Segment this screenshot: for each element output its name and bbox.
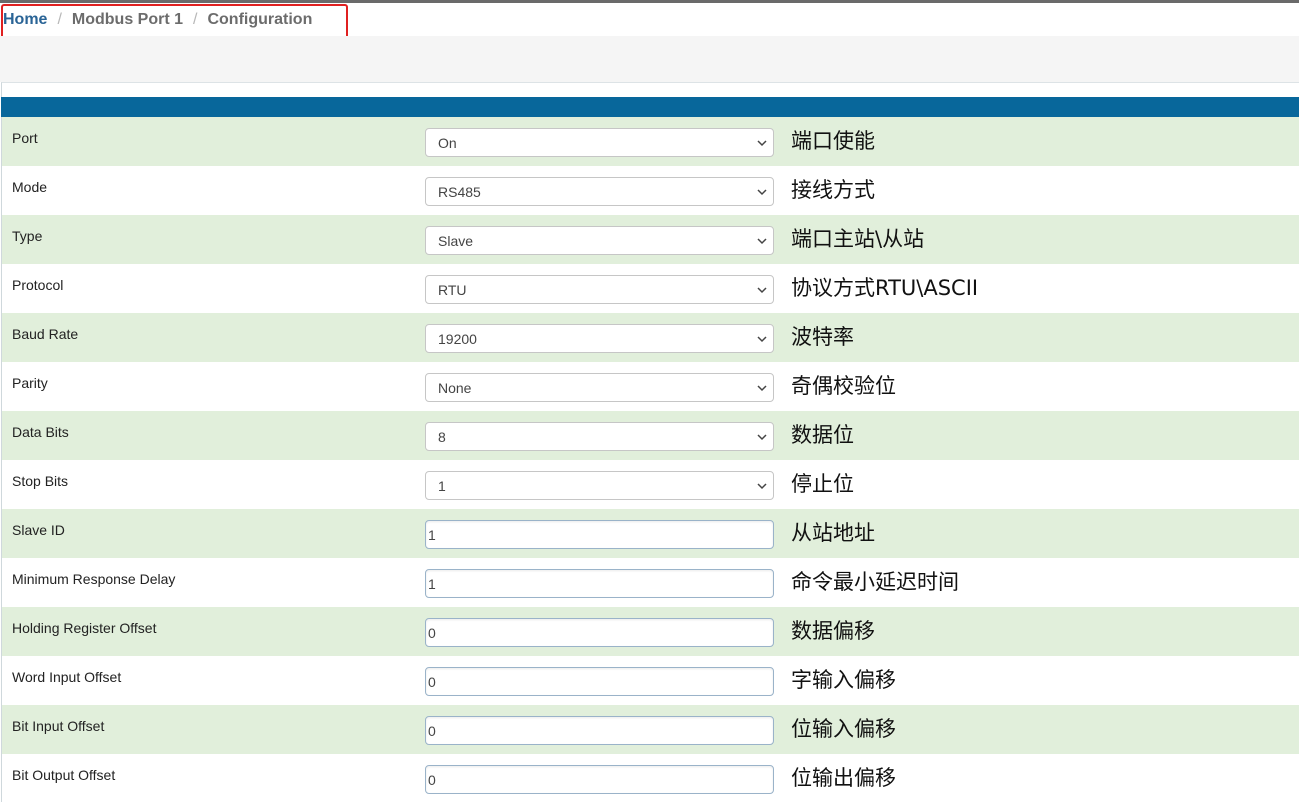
- selected-value: RTU: [438, 281, 467, 298]
- field-note: 数据位: [791, 423, 854, 447]
- field-note: 端口主站\从站: [791, 227, 925, 251]
- field-note: 协议方式RTU\ASCII: [791, 276, 979, 300]
- field-note: 波特率: [791, 325, 854, 349]
- field-label: Mode: [12, 179, 48, 195]
- field-label: Stop Bits: [12, 473, 69, 489]
- selected-value: 1: [438, 477, 446, 494]
- field-note: 位输出偏移: [791, 766, 896, 790]
- word-input-offset-input[interactable]: [425, 667, 774, 696]
- config-form: Port On 端口使能 Mode RS485 接线方式 Type Slave 端口主站\从站 P…: [2, 117, 1299, 803]
- field-note: 从站地址: [791, 521, 875, 545]
- minimum-response-delay-input[interactable]: [425, 569, 774, 598]
- chevron-down-icon: [756, 381, 768, 395]
- field-label: Baud Rate: [12, 326, 79, 342]
- form-row-holding-register-offset: Holding Register Offset 数据偏移: [2, 607, 1299, 656]
- selected-value: Slave: [438, 232, 474, 249]
- mode-select[interactable]: RS485: [425, 177, 774, 206]
- page-header-band: [0, 36, 1299, 82]
- field-label: Slave ID: [12, 522, 65, 538]
- bit-output-offset-input[interactable]: [425, 765, 774, 794]
- chevron-down-icon: [756, 283, 768, 297]
- field-label: Bit Output Offset: [12, 767, 116, 783]
- chevron-down-icon: [756, 136, 768, 150]
- field-label: Bit Input Offset: [12, 718, 105, 734]
- selected-value: On: [438, 134, 457, 151]
- field-note: 数据偏移: [791, 619, 875, 643]
- baud-rate-select[interactable]: 19200: [425, 324, 774, 353]
- type-select[interactable]: Slave: [425, 226, 774, 255]
- field-note: 停止位: [791, 472, 854, 496]
- data-bits-select[interactable]: 8: [425, 422, 774, 451]
- field-label: Protocol: [12, 277, 64, 293]
- field-label: Parity: [12, 375, 48, 391]
- selected-value: 8: [438, 428, 446, 445]
- field-label: Holding Register Offset: [12, 620, 157, 636]
- selected-value: None: [438, 379, 472, 396]
- protocol-select[interactable]: RTU: [425, 275, 774, 304]
- bit-input-offset-input[interactable]: [425, 716, 774, 745]
- port-select[interactable]: On: [425, 128, 774, 157]
- form-row-bit-input-offset: Bit Input Offset 位输入偏移: [2, 705, 1299, 754]
- form-row-port: Port On 端口使能: [2, 117, 1299, 166]
- field-note: 奇偶校验位: [791, 374, 896, 398]
- selected-value: 19200: [438, 330, 477, 347]
- form-row-minimum-response-delay: Minimum Response Delay 命令最小延迟时间: [2, 558, 1299, 607]
- form-row-baud-rate: Baud Rate 19200 波特率: [2, 313, 1299, 362]
- form-row-type: Type Slave 端口主站\从站: [2, 215, 1299, 264]
- field-note: 字输入偏移: [791, 668, 896, 692]
- field-label: Minimum Response Delay: [12, 571, 176, 587]
- chevron-down-icon: [756, 479, 768, 493]
- chevron-down-icon: [756, 430, 768, 444]
- form-row-word-input-offset: Word Input Offset 字输入偏移: [2, 656, 1299, 705]
- stop-bits-select[interactable]: 1: [425, 471, 774, 500]
- form-row-data-bits: Data Bits 8 数据位: [2, 411, 1299, 460]
- form-row-slave-id: Slave ID 从站地址: [2, 509, 1299, 558]
- chevron-down-icon: [756, 234, 768, 248]
- parity-select[interactable]: None: [425, 373, 774, 402]
- form-row-parity: Parity None 奇偶校验位: [2, 362, 1299, 411]
- slave-id-input[interactable]: [425, 520, 774, 549]
- form-row-bit-output-offset: Bit Output Offset 位输出偏移: [2, 754, 1299, 803]
- form-row-mode: Mode RS485 接线方式: [2, 166, 1299, 215]
- form-row-protocol: Protocol RTU 协议方式RTU\ASCII: [2, 264, 1299, 313]
- field-note: 端口使能: [791, 129, 875, 153]
- field-label: Data Bits: [12, 424, 69, 440]
- field-note: 接线方式: [791, 178, 875, 202]
- chevron-down-icon: [756, 185, 768, 199]
- panel-header-bar: [1, 97, 1299, 117]
- field-note: 命令最小延迟时间: [791, 570, 959, 594]
- field-note: 位输入偏移: [791, 717, 896, 741]
- field-label: Word Input Offset: [12, 669, 122, 685]
- selected-value: RS485: [438, 183, 481, 200]
- holding-register-offset-input[interactable]: [425, 618, 774, 647]
- field-label: Port: [12, 130, 38, 146]
- chevron-down-icon: [756, 332, 768, 346]
- field-label: Type: [12, 228, 43, 244]
- form-row-stop-bits: Stop Bits 1 停止位: [2, 460, 1299, 509]
